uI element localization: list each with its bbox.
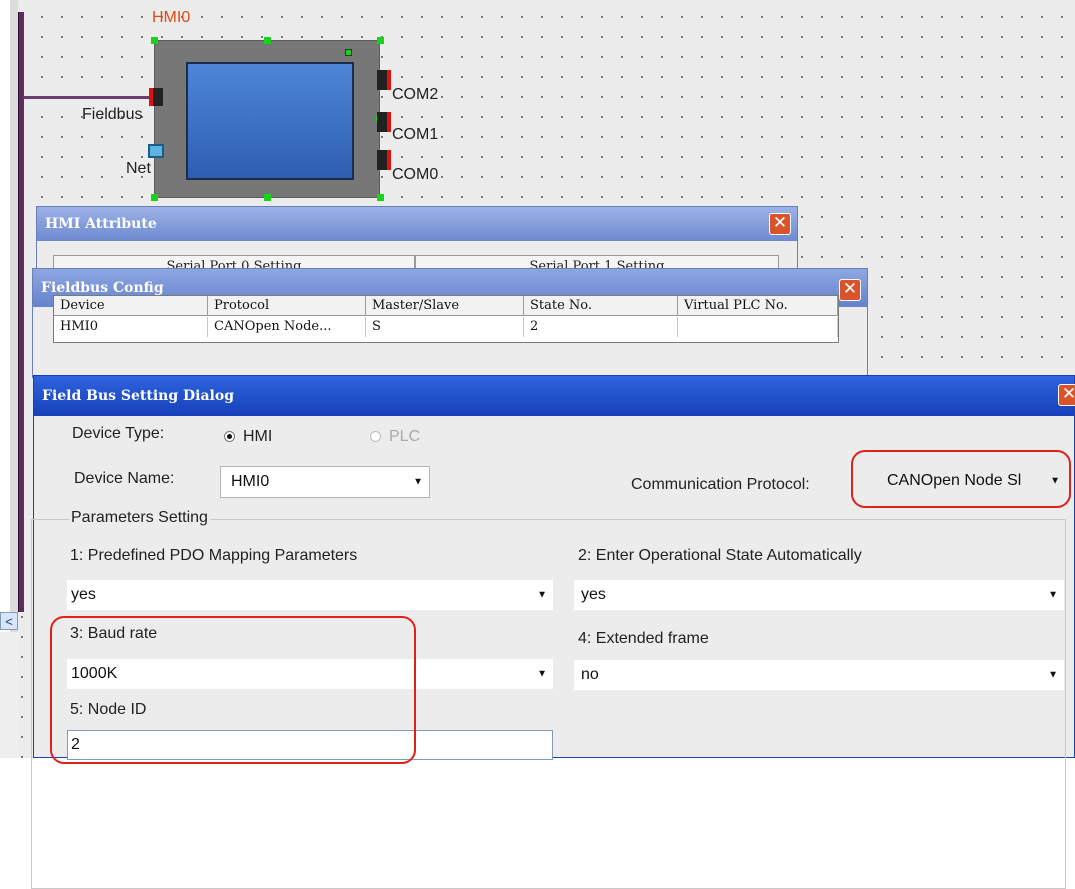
scroll-left-button[interactable]: <	[0, 612, 18, 630]
device-name-value: HMI0	[231, 473, 270, 490]
column-header[interactable]: Protocol	[208, 296, 366, 316]
param-extended-value: no	[581, 666, 599, 683]
selection-handle[interactable]	[151, 194, 158, 201]
net-port-icon[interactable]	[148, 144, 164, 158]
device-name-select[interactable]: HMI0 ▼	[220, 466, 430, 498]
chevron-down-icon: ▼	[1048, 669, 1058, 681]
com2-port-icon[interactable]	[377, 70, 391, 90]
protocol-label: Communication Protocol:	[631, 476, 810, 493]
chevron-down-icon: ▼	[537, 668, 547, 680]
param-operational-label: 2: Enter Operational State Automatically	[578, 547, 862, 564]
selection-handle[interactable]	[377, 194, 384, 201]
table-cell	[678, 317, 838, 337]
fieldbus-table[interactable]: Device Protocol Master/Slave State No. V…	[53, 295, 839, 343]
param-operational-select[interactable]: yes ▼	[574, 580, 1064, 610]
fieldbus-port-icon[interactable]	[149, 88, 163, 106]
hmi-attribute-titlebar[interactable]: HMI Attribute ✕	[37, 207, 797, 241]
fieldbus-config-title: Fieldbus Config	[41, 280, 164, 296]
highlight-baud-node-annotation	[50, 616, 416, 764]
column-header[interactable]: Virtual PLC No.	[678, 296, 838, 316]
radio-checked-icon	[224, 431, 235, 443]
param-pdo-value: yes	[71, 586, 96, 603]
column-header[interactable]: State No.	[524, 296, 678, 316]
param-extended-label: 4: Extended frame	[578, 630, 709, 647]
table-row[interactable]: HMI0 CANOpen Node... S 2	[54, 317, 838, 337]
fieldbus-line[interactable]	[18, 12, 24, 612]
hmi-screen	[186, 62, 354, 180]
fieldbus-port-label: Fieldbus	[82, 106, 143, 123]
table-header: Device Protocol Master/Slave State No. V…	[54, 296, 838, 316]
table-cell: S	[366, 317, 524, 337]
com1-port-icon[interactable]	[377, 112, 391, 132]
selection-handle[interactable]	[264, 37, 271, 44]
radio-plc: PLC	[370, 428, 420, 446]
dialog-titlebar[interactable]: Field Bus Setting Dialog ✕	[34, 376, 1075, 416]
table-cell: CANOpen Node...	[208, 317, 366, 337]
close-icon[interactable]: ✕	[1058, 384, 1075, 406]
radio-unchecked-icon	[370, 431, 381, 443]
device-type-label: Device Type:	[72, 425, 165, 442]
com0-port-icon[interactable]	[377, 150, 391, 170]
selection-handle[interactable]	[264, 194, 271, 201]
table-cell: HMI0	[54, 317, 208, 337]
selection-handle[interactable]	[151, 37, 158, 44]
com1-label: COM1	[392, 126, 439, 143]
hmi-led-icon	[345, 49, 352, 56]
param-extended-select[interactable]: no ▼	[574, 660, 1064, 690]
chevron-down-icon: ▼	[537, 589, 547, 601]
fieldbus-connector[interactable]	[23, 96, 149, 99]
net-port-label: Net	[126, 160, 151, 177]
scrollbar-track[interactable]	[0, 632, 18, 758]
chevron-down-icon: ▼	[413, 476, 423, 488]
dialog-title: Field Bus Setting Dialog	[42, 388, 235, 404]
radio-hmi-label: HMI	[243, 428, 273, 445]
device-name-label: Device Name:	[74, 470, 175, 487]
column-header[interactable]: Master/Slave	[366, 296, 524, 316]
com2-label: COM2	[392, 86, 439, 103]
param-operational-value: yes	[581, 586, 606, 603]
parameters-groupbox-title: Parameters Setting	[69, 509, 210, 527]
hmi-attribute-title: HMI Attribute	[45, 216, 157, 232]
fieldbus-config-window: Fieldbus Config ✕ Device Protocol Master…	[32, 268, 868, 378]
close-icon[interactable]: ✕	[769, 213, 791, 235]
chevron-down-icon: ▼	[1048, 589, 1058, 601]
hmi-device-label: HMI0	[152, 9, 191, 26]
param-pdo-select[interactable]: yes ▼	[67, 580, 553, 610]
close-icon[interactable]: ✕	[839, 279, 861, 301]
selection-handle[interactable]	[377, 37, 384, 44]
table-cell: 2	[524, 317, 678, 337]
radio-hmi[interactable]: HMI	[224, 428, 272, 446]
highlight-protocol-annotation	[851, 450, 1071, 508]
param-pdo-label: 1: Predefined PDO Mapping Parameters	[70, 547, 358, 564]
radio-plc-label: PLC	[389, 428, 421, 445]
com0-label: COM0	[392, 166, 439, 183]
column-header[interactable]: Device	[54, 296, 208, 316]
